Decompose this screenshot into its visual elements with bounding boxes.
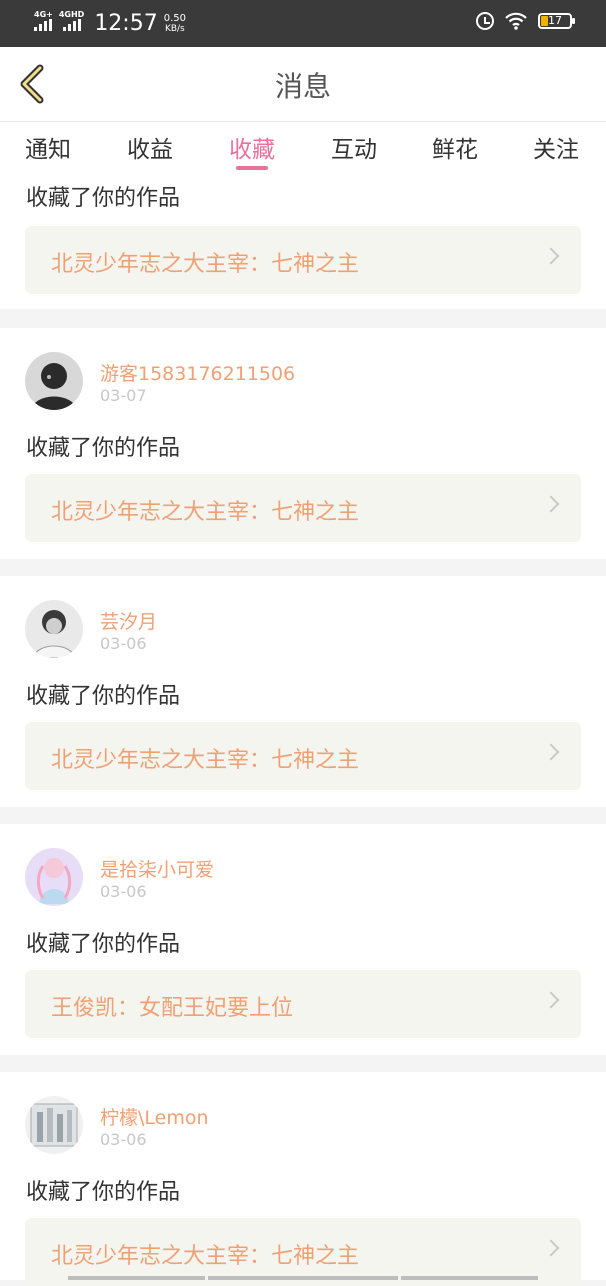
action-text: 收藏了你的作品 — [26, 186, 181, 211]
tab-earnings[interactable]: 收益 — [127, 130, 173, 164]
work-title: 北灵少年志之大主宰：七神之主 — [51, 748, 360, 773]
avatar[interactable] — [25, 352, 83, 410]
speed-value: 0.50 — [163, 13, 186, 24]
action-text: 收藏了你的作品 — [26, 436, 181, 461]
work-title: 北灵少年志之大主宰：七神之主 — [51, 1244, 360, 1269]
page-title: 消息 — [274, 70, 331, 103]
avatar[interactable] — [25, 600, 83, 658]
tab-flowers[interactable]: 鲜花 — [432, 130, 478, 164]
scroll-indicator — [401, 1276, 538, 1280]
tab-interactions[interactable]: 互动 — [331, 130, 377, 164]
work-link[interactable]: 王俊凯：女配王妃要上位 — [25, 970, 581, 1038]
date: 03-06 — [100, 1130, 147, 1149]
work-link[interactable]: 北灵少年志之大主宰：七神之主 — [25, 226, 581, 294]
battery-icon: 17 — [538, 13, 575, 29]
username[interactable]: 游客1583176211506 — [100, 359, 295, 386]
action-text: 收藏了你的作品 — [26, 932, 181, 957]
work-link[interactable]: 北灵少年志之大主宰：七神之主 — [25, 474, 581, 542]
signal-label: 4G+ — [34, 10, 53, 19]
action-text: 收藏了你的作品 — [26, 1180, 181, 1205]
username[interactable]: 是拾柒小可爱 — [100, 855, 214, 882]
chevron-right-icon — [542, 247, 560, 265]
action-text: 收藏了你的作品 — [26, 684, 181, 709]
scroll-indicator — [208, 1276, 398, 1280]
work-title: 王俊凯：女配王妃要上位 — [51, 996, 294, 1021]
scroll-indicator — [68, 1276, 205, 1280]
network-speed: 0.50 KB/s — [164, 13, 186, 35]
list-item: 柠檬\Lemon 03-06 收藏了你的作品 北灵少年志之大主宰：七神之主 — [0, 1072, 606, 1286]
list-item: 是拾柒小可爱 03-06 收藏了你的作品 王俊凯：女配王妃要上位 — [0, 824, 606, 1055]
list-item: 游客1583176211506 03-07 收藏了你的作品 北灵少年志之大主宰：… — [0, 328, 606, 559]
chevron-right-icon — [542, 743, 560, 761]
work-title: 北灵少年志之大主宰：七神之主 — [51, 252, 360, 277]
tab-following[interactable]: 关注 — [533, 130, 579, 164]
tab-notifications[interactable]: 通知 — [25, 130, 71, 164]
work-title: 北灵少年志之大主宰：七神之主 — [51, 500, 360, 525]
active-tab-indicator — [236, 166, 268, 170]
signal-label: 4GHD — [58, 10, 85, 19]
title-bar: 消息 — [0, 47, 606, 122]
wifi-icon — [505, 12, 527, 30]
signal-4g-plus: 4G+ — [34, 10, 53, 31]
tab-bar: 通知 收益 收藏 互动 鲜花 关注 — [0, 122, 606, 172]
battery-level: 17 — [548, 14, 562, 27]
avatar[interactable] — [25, 1096, 83, 1154]
username[interactable]: 芸汐月 — [100, 607, 157, 634]
date: 03-06 — [100, 634, 147, 653]
work-link[interactable]: 北灵少年志之大主宰：七神之主 — [25, 722, 581, 790]
date: 03-07 — [100, 386, 147, 405]
chevron-right-icon — [542, 1239, 560, 1257]
list-item: 芸汐月 03-06 收藏了你的作品 北灵少年志之大主宰：七神之主 — [0, 576, 606, 807]
date: 03-06 — [100, 882, 147, 901]
speed-unit: KB/s — [164, 24, 185, 34]
signal-4ghd: 4GHD — [59, 10, 84, 31]
chevron-right-icon — [542, 495, 560, 513]
signal-bars-icon — [34, 19, 53, 31]
alarm-icon — [476, 12, 494, 30]
username[interactable]: 柠檬\Lemon — [100, 1103, 209, 1130]
signal-bars-icon — [62, 19, 81, 31]
tab-favorites[interactable]: 收藏 — [229, 130, 275, 164]
clock-time: 12:57 — [94, 11, 158, 36]
list-item: 收藏了你的作品 北灵少年志之大主宰：七神之主 — [0, 172, 606, 309]
status-bar: 4G+ 4GHD 12:57 0.50 KB/s 17 — [0, 0, 606, 47]
chevron-right-icon — [542, 991, 560, 1009]
avatar[interactable] — [25, 848, 83, 906]
